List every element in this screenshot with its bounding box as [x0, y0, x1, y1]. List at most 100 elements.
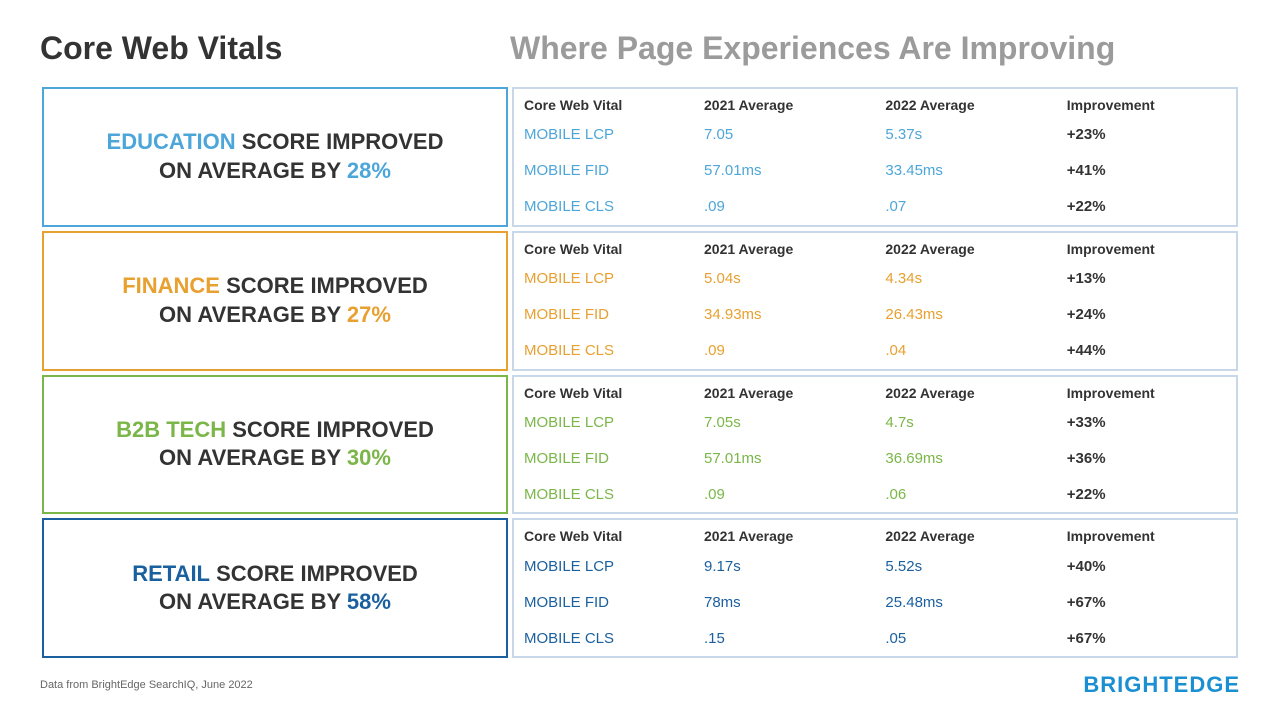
cell-b2btech-2-2: .06 [875, 476, 1056, 512]
col-header-retail-3: Improvement [1057, 520, 1236, 548]
table-row: MOBILE CLS.09.06+22% [514, 476, 1236, 512]
col-header-retail-2: 2022 Average [875, 520, 1056, 548]
cell-finance-0-2: 4.34s [875, 261, 1056, 297]
right-header: Where Page Experiences Are Improving [510, 30, 1240, 67]
right-title: Where Page Experiences Are Improving [510, 30, 1240, 67]
industry-b2btech: B2B TECH [116, 417, 226, 442]
left-header: Core Web Vitals [40, 30, 510, 67]
industry-education: EDUCATION [107, 129, 236, 154]
cell-b2btech-2-1: .09 [694, 476, 875, 512]
cell-b2btech-0-3: +33% [1057, 405, 1236, 441]
cell-b2btech-0-2: 4.7s [875, 405, 1056, 441]
cell-education-1-0: MOBILE FID [514, 153, 694, 189]
right-col: Core Web Vital2021 Average2022 AverageIm… [510, 85, 1240, 660]
cell-retail-1-0: MOBILE FID [514, 584, 694, 620]
content-area: EDUCATION SCORE IMPROVED ON AVERAGE BY 2… [40, 85, 1240, 660]
col-header-finance-2: 2022 Average [875, 233, 1056, 261]
cell-finance-1-1: 34.93ms [694, 297, 875, 333]
cell-b2btech-1-3: +36% [1057, 440, 1236, 476]
cell-b2btech-1-0: MOBILE FID [514, 440, 694, 476]
cell-education-1-1: 57.01ms [694, 153, 875, 189]
cell-education-1-3: +41% [1057, 153, 1236, 189]
cell-education-0-2: 5.37s [875, 117, 1056, 153]
table-row: MOBILE FID34.93ms26.43ms+24% [514, 297, 1236, 333]
table-row: MOBILE FID78ms25.48ms+67% [514, 584, 1236, 620]
cell-retail-0-3: +40% [1057, 548, 1236, 584]
table-finance: Core Web Vital2021 Average2022 AverageIm… [514, 233, 1236, 369]
cell-retail-2-3: +67% [1057, 620, 1236, 656]
footer: Data from BrightEdge SearchIQ, June 2022… [40, 668, 1240, 698]
cell-education-0-1: 7.05 [694, 117, 875, 153]
cell-finance-2-0: MOBILE CLS [514, 333, 694, 369]
col-header-b2btech-1: 2021 Average [694, 377, 875, 405]
cell-retail-0-0: MOBILE LCP [514, 548, 694, 584]
cell-retail-1-3: +67% [1057, 584, 1236, 620]
col-header-retail-1: 2021 Average [694, 520, 875, 548]
cell-retail-0-2: 5.52s [875, 548, 1056, 584]
brightedge-logo: BRIGHTEDGE [1083, 672, 1240, 698]
top-headers: Core Web Vitals Where Page Experiences A… [40, 30, 1240, 67]
cell-finance-1-2: 26.43ms [875, 297, 1056, 333]
cell-finance-2-1: .09 [694, 333, 875, 369]
left-col: EDUCATION SCORE IMPROVED ON AVERAGE BY 2… [40, 85, 510, 660]
left-box-text-education: EDUCATION SCORE IMPROVED ON AVERAGE BY 2… [107, 128, 444, 185]
col-header-b2btech-2: 2022 Average [875, 377, 1056, 405]
table-row: MOBILE FID57.01ms36.69ms+36% [514, 440, 1236, 476]
table-retail: Core Web Vital2021 Average2022 AverageIm… [514, 520, 1236, 656]
cell-retail-2-1: .15 [694, 620, 875, 656]
col-header-education-1: 2021 Average [694, 89, 875, 117]
pct-b2btech: 30% [347, 445, 391, 470]
col-header-b2btech-3: Improvement [1057, 377, 1236, 405]
left-box-education: EDUCATION SCORE IMPROVED ON AVERAGE BY 2… [42, 87, 508, 227]
left-title: Core Web Vitals [40, 30, 510, 67]
cell-finance-0-1: 5.04s [694, 261, 875, 297]
cell-b2btech-0-1: 7.05s [694, 405, 875, 441]
col-header-finance-3: Improvement [1057, 233, 1236, 261]
cell-b2btech-1-2: 36.69ms [875, 440, 1056, 476]
table-row: MOBILE CLS.09.07+22% [514, 189, 1236, 225]
pct-education: 28% [347, 158, 391, 183]
cell-education-1-2: 33.45ms [875, 153, 1056, 189]
cell-b2btech-2-3: +22% [1057, 476, 1236, 512]
table-row: MOBILE LCP5.04s4.34s+13% [514, 261, 1236, 297]
right-block-b2btech: Core Web Vital2021 Average2022 AverageIm… [512, 375, 1238, 515]
left-box-text-retail: RETAIL SCORE IMPROVED ON AVERAGE BY 58% [132, 560, 418, 617]
cell-b2btech-0-0: MOBILE LCP [514, 405, 694, 441]
cell-finance-1-3: +24% [1057, 297, 1236, 333]
cell-education-2-0: MOBILE CLS [514, 189, 694, 225]
cell-retail-1-1: 78ms [694, 584, 875, 620]
cell-finance-2-3: +44% [1057, 333, 1236, 369]
table-row: MOBILE LCP7.05s4.7s+33% [514, 405, 1236, 441]
right-block-retail: Core Web Vital2021 Average2022 AverageIm… [512, 518, 1238, 658]
col-header-retail-0: Core Web Vital [514, 520, 694, 548]
cell-finance-2-2: .04 [875, 333, 1056, 369]
industry-retail: RETAIL [132, 561, 210, 586]
pct-finance: 27% [347, 302, 391, 327]
cell-b2btech-2-0: MOBILE CLS [514, 476, 694, 512]
col-header-education-2: 2022 Average [875, 89, 1056, 117]
table-row: MOBILE FID57.01ms33.45ms+41% [514, 153, 1236, 189]
table-education: Core Web Vital2021 Average2022 AverageIm… [514, 89, 1236, 225]
left-box-text-b2btech: B2B TECH SCORE IMPROVED ON AVERAGE BY 30… [116, 416, 434, 473]
cell-finance-0-0: MOBILE LCP [514, 261, 694, 297]
left-box-retail: RETAIL SCORE IMPROVED ON AVERAGE BY 58% [42, 518, 508, 658]
col-header-b2btech-0: Core Web Vital [514, 377, 694, 405]
cell-retail-2-0: MOBILE CLS [514, 620, 694, 656]
table-row: MOBILE LCP9.17s5.52s+40% [514, 548, 1236, 584]
table-row: MOBILE LCP7.055.37s+23% [514, 117, 1236, 153]
cell-education-2-3: +22% [1057, 189, 1236, 225]
cell-retail-0-1: 9.17s [694, 548, 875, 584]
cell-education-2-1: .09 [694, 189, 875, 225]
cell-b2btech-1-1: 57.01ms [694, 440, 875, 476]
col-header-education-0: Core Web Vital [514, 89, 694, 117]
cell-education-2-2: .07 [875, 189, 1056, 225]
table-row: MOBILE CLS.15.05+67% [514, 620, 1236, 656]
cell-retail-2-2: .05 [875, 620, 1056, 656]
page: Core Web Vitals Where Page Experiences A… [0, 0, 1280, 718]
cell-education-0-3: +23% [1057, 117, 1236, 153]
left-box-b2btech: B2B TECH SCORE IMPROVED ON AVERAGE BY 30… [42, 375, 508, 515]
col-header-finance-1: 2021 Average [694, 233, 875, 261]
right-block-finance: Core Web Vital2021 Average2022 AverageIm… [512, 231, 1238, 371]
right-block-education: Core Web Vital2021 Average2022 AverageIm… [512, 87, 1238, 227]
cell-finance-0-3: +13% [1057, 261, 1236, 297]
